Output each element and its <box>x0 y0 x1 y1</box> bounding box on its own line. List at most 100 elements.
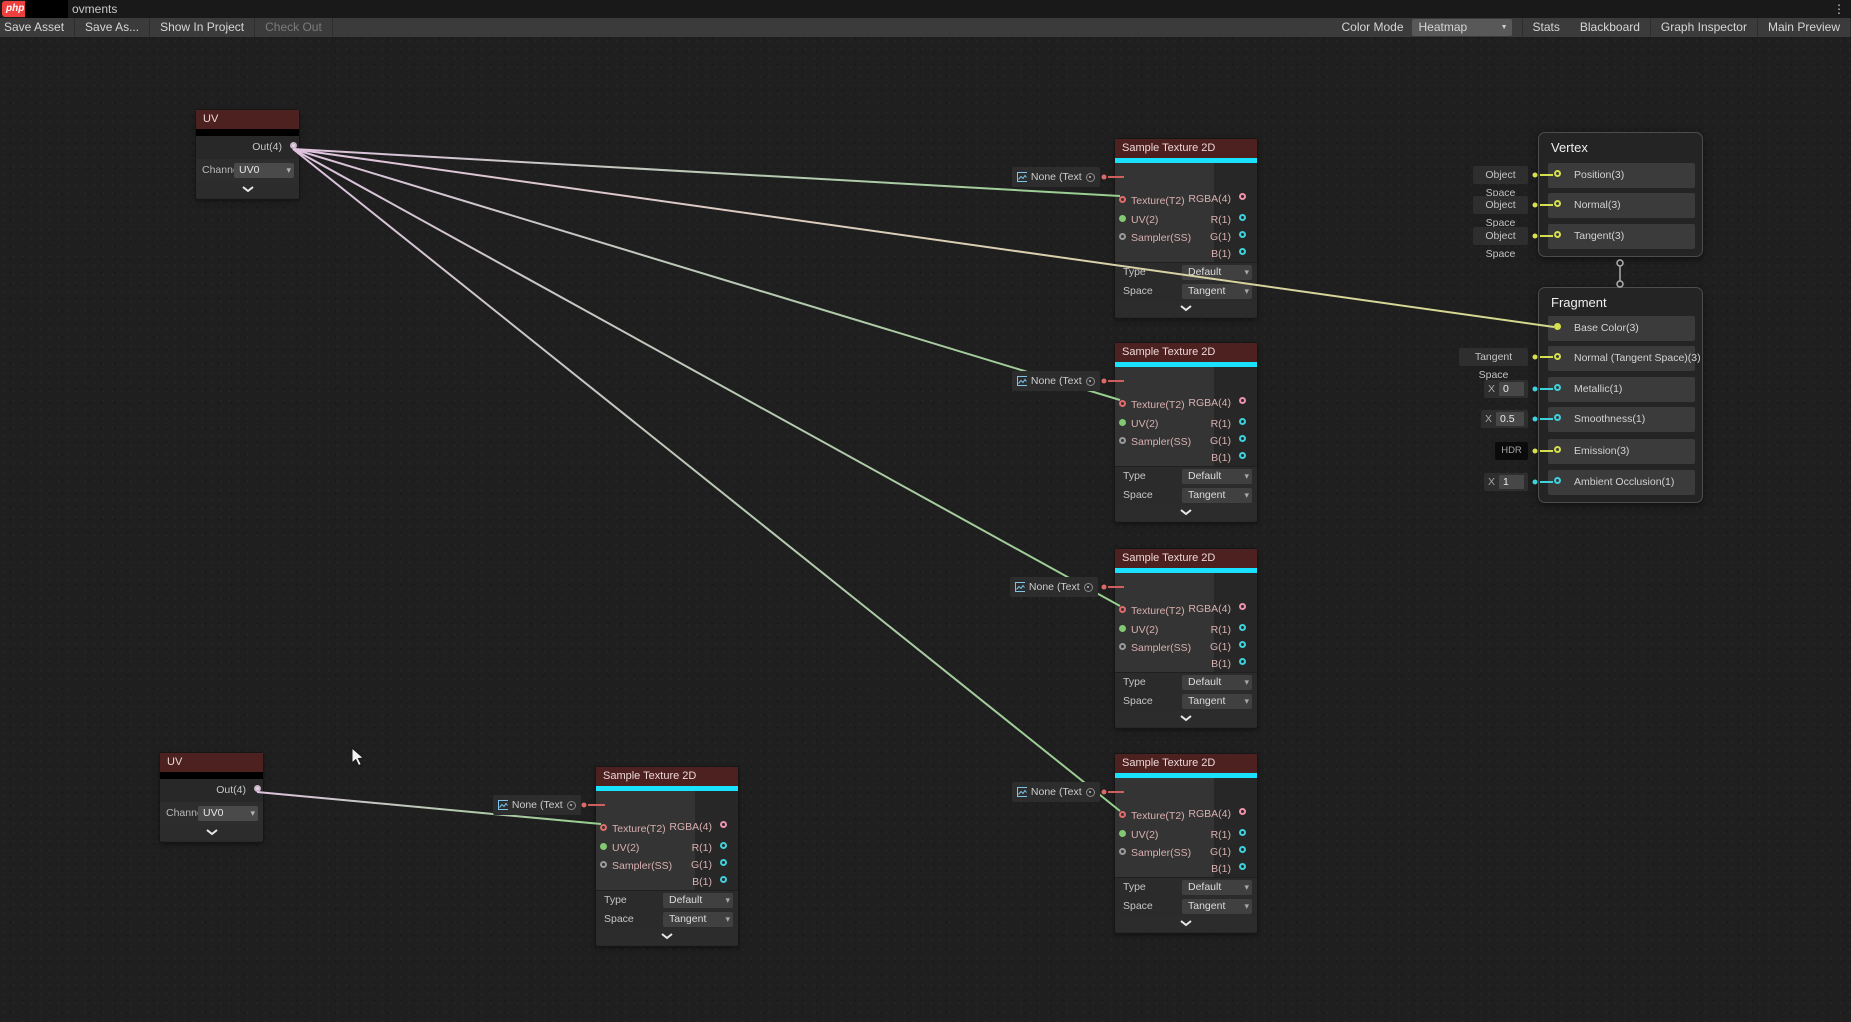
port-label: G(1) <box>1210 231 1231 243</box>
space-label: Space <box>1123 692 1153 711</box>
input-port-ambient-occlusion[interactable] <box>1554 477 1561 484</box>
sample-texture-2d-node[interactable]: Sample Texture 2D Texture(T2) UV(2) Samp… <box>1115 549 1257 728</box>
graph-canvas[interactable]: UV Out(4) Channe UV0 UV Out(4) Channe UV… <box>0 0 1851 1022</box>
input-port-tangent[interactable] <box>1554 231 1561 238</box>
input-port-base-color[interactable] <box>1554 323 1561 330</box>
main-preview-button[interactable]: Main Preview <box>1758 18 1851 37</box>
color-mode-dropdown[interactable]: Heatmap <box>1412 19 1512 36</box>
output-port-b[interactable] <box>1239 863 1246 870</box>
collapse-chevron[interactable] <box>1115 711 1257 727</box>
value-field[interactable]: 0.5 <box>1496 412 1524 426</box>
graph-inspector-button[interactable]: Graph Inspector <box>1651 18 1758 37</box>
space-chip[interactable]: Object Space <box>1473 196 1528 214</box>
output-port-g[interactable] <box>1239 231 1246 238</box>
save-asset-button[interactable]: Save Asset <box>0 18 75 37</box>
collapse-chevron[interactable] <box>1115 301 1257 317</box>
object-picker-icon[interactable] <box>567 801 576 810</box>
value-field[interactable]: 0 <box>1499 382 1524 396</box>
image-icon <box>1017 787 1027 797</box>
texture-slot[interactable]: None (Textu <box>1012 371 1100 391</box>
output-port-rgba[interactable] <box>1239 397 1246 404</box>
space-chip[interactable]: Object Space <box>1473 227 1528 245</box>
object-picker-icon[interactable] <box>1086 377 1095 386</box>
show-in-project-button[interactable]: Show In Project <box>150 18 255 37</box>
output-port-r[interactable] <box>1239 418 1246 425</box>
input-port-normal-ts[interactable] <box>1554 353 1561 360</box>
uv-node-top[interactable]: UV Out(4) Channe UV0 <box>196 110 299 199</box>
vertex-context-node[interactable]: Vertex Position(3) Normal(3) Tangent(3) <box>1538 132 1703 257</box>
value-chip[interactable]: X 1 <box>1484 473 1528 491</box>
space-dropdown[interactable]: Tangent <box>663 912 733 927</box>
output-port-g[interactable] <box>1239 435 1246 442</box>
port-label: G(1) <box>1210 846 1231 858</box>
hdr-color-chip[interactable]: HDR <box>1495 442 1528 460</box>
space-dropdown[interactable]: Tangent <box>1182 694 1252 709</box>
input-port-emission[interactable] <box>1554 446 1561 453</box>
output-port-rgba[interactable] <box>1239 808 1246 815</box>
output-port-out[interactable] <box>254 785 261 792</box>
type-dropdown[interactable]: Default <box>1182 265 1252 280</box>
output-port-r[interactable] <box>1239 214 1246 221</box>
output-port-b[interactable] <box>1239 658 1246 665</box>
output-port-rgba[interactable] <box>1239 603 1246 610</box>
output-port-rgba[interactable] <box>720 821 727 828</box>
output-port-out[interactable] <box>290 142 297 149</box>
object-picker-icon[interactable] <box>1086 173 1095 182</box>
type-dropdown[interactable]: Default <box>1182 880 1252 895</box>
output-port-b[interactable] <box>1239 452 1246 459</box>
window-title: ovments <box>72 0 117 18</box>
save-as-button[interactable]: Save As... <box>75 18 150 37</box>
collapse-chevron[interactable] <box>596 929 738 945</box>
object-picker-icon[interactable] <box>1084 583 1093 592</box>
texture-slot[interactable]: None (Textu <box>1012 782 1100 802</box>
collapse-chevron[interactable] <box>160 825 263 841</box>
output-port-b[interactable] <box>1239 248 1246 255</box>
space-chip[interactable]: Object Space <box>1473 166 1528 184</box>
port-label: Normal (Tangent Space)(3) <box>1574 346 1701 371</box>
blackboard-button[interactable]: Blackboard <box>1570 18 1651 37</box>
type-dropdown[interactable]: Default <box>1182 675 1252 690</box>
input-port-position[interactable] <box>1554 170 1561 177</box>
texture-slot[interactable]: None (Textu <box>493 795 581 815</box>
node-title: Sample Texture 2D <box>1115 343 1257 362</box>
sample-texture-2d-node[interactable]: Sample Texture 2D Texture(T2) UV(2) Samp… <box>1115 343 1257 522</box>
type-label: Type <box>1123 673 1146 692</box>
output-port-g[interactable] <box>1239 641 1246 648</box>
input-port-metallic[interactable] <box>1554 384 1561 391</box>
space-dropdown[interactable]: Tangent <box>1182 488 1252 503</box>
sample-texture-2d-node[interactable]: Sample Texture 2D Texture(T2) UV(2) Samp… <box>1115 754 1257 933</box>
space-dropdown[interactable]: Tangent <box>1182 899 1252 914</box>
output-port-g[interactable] <box>1239 846 1246 853</box>
output-port-g[interactable] <box>720 859 727 866</box>
type-dropdown[interactable]: Default <box>1182 469 1252 484</box>
output-port-r[interactable] <box>1239 624 1246 631</box>
type-dropdown[interactable]: Default <box>663 893 733 908</box>
uv-node-bottom[interactable]: UV Out(4) Channe UV0 <box>160 753 263 842</box>
collapse-chevron[interactable] <box>1115 916 1257 932</box>
value-chip[interactable]: X 0 <box>1484 380 1528 398</box>
value-chip[interactable]: X 0.5 <box>1481 410 1528 428</box>
sample-texture-2d-node[interactable]: Sample Texture 2D Texture(T2) UV(2) Samp… <box>596 767 738 946</box>
context-title: Fragment <box>1551 295 1607 310</box>
channel-dropdown[interactable]: UV0 <box>234 163 294 178</box>
output-port-rgba[interactable] <box>1239 193 1246 200</box>
object-picker-icon[interactable] <box>1086 788 1095 797</box>
collapse-chevron[interactable] <box>1115 505 1257 521</box>
input-port-normal[interactable] <box>1554 200 1561 207</box>
fragment-context-node[interactable]: Fragment Base Color(3) Normal (Tangent S… <box>1538 287 1703 503</box>
value-field[interactable]: 1 <box>1499 475 1524 489</box>
collapse-chevron[interactable] <box>196 182 299 198</box>
sample-texture-2d-node[interactable]: Sample Texture 2D Texture(T2) UV(2) Samp… <box>1115 139 1257 318</box>
output-port-b[interactable] <box>720 876 727 883</box>
space-chip[interactable]: Tangent Space <box>1459 348 1528 366</box>
texture-slot[interactable]: None (Textu <box>1010 577 1098 597</box>
output-port-r[interactable] <box>720 842 727 849</box>
texture-slot[interactable]: None (Textu <box>1012 167 1100 187</box>
port-label: Out(4) <box>252 136 282 159</box>
stats-button[interactable]: Stats <box>1522 18 1570 37</box>
output-port-r[interactable] <box>1239 829 1246 836</box>
input-port-smoothness[interactable] <box>1554 414 1561 421</box>
space-dropdown[interactable]: Tangent <box>1182 284 1252 299</box>
kebab-menu-icon[interactable]: ⋮ <box>1833 0 1845 18</box>
channel-dropdown[interactable]: UV0 <box>198 806 258 821</box>
